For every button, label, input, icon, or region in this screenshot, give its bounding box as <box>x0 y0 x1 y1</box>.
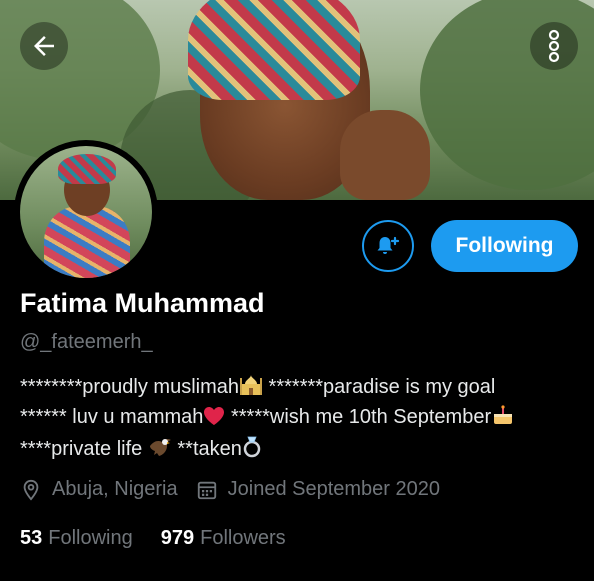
banner-person-hand <box>340 110 430 200</box>
calendar-icon <box>197 481 216 499</box>
ring-emoji-icon <box>242 434 262 466</box>
arrow-left-icon <box>34 36 54 56</box>
bio-text: *******paradise is my goal <box>263 376 496 398</box>
more-vertical-icon <box>548 29 560 63</box>
bio-text: **taken <box>171 438 242 460</box>
banner-person-headscarf <box>188 0 360 100</box>
back-button[interactable] <box>20 22 68 70</box>
profile-joined: Joined September 2020 <box>196 478 440 501</box>
notifications-button[interactable] <box>362 220 414 272</box>
profile-name: Fatima Muhammad <box>20 288 265 318</box>
followers-count: 979 <box>160 527 195 549</box>
profile-meta: Abuja, Nigeria Joined September 2020 <box>20 478 458 501</box>
birthday-cake-emoji-icon <box>491 404 515 434</box>
more-options-button[interactable] <box>530 22 578 70</box>
profile-bio: ********proudly muslimah *******paradise… <box>20 374 580 466</box>
followers-label: Followers <box>200 527 286 549</box>
location-pin-icon <box>23 479 39 501</box>
avatar-person-headscarf <box>58 154 116 184</box>
bio-text: ********proudly muslimah <box>20 376 239 398</box>
avatar[interactable] <box>14 140 158 284</box>
joined-text: Joined September 2020 <box>227 478 440 500</box>
profile-location: Abuja, Nigeria <box>20 478 178 501</box>
following-count: 53 <box>20 527 43 549</box>
bio-line: ********proudly muslimah *******paradise… <box>20 374 580 404</box>
eagle-emoji-icon <box>148 436 172 466</box>
bio-text: *****wish me 10th September <box>225 406 492 428</box>
avatar-image <box>20 146 152 278</box>
heart-emoji-icon <box>203 406 225 434</box>
bio-text: ****** luv u mammah <box>20 406 204 428</box>
bio-line: ****private life **taken <box>20 434 580 466</box>
bell-plus-icon <box>377 236 400 254</box>
followers-stat[interactable]: 979 Followers <box>161 527 286 550</box>
following-stat[interactable]: 53 Following <box>20 527 133 550</box>
avatar-person-dress <box>44 206 130 278</box>
profile-handle: @_fateemerh_ <box>20 331 153 353</box>
bio-text: ****private life <box>20 438 148 460</box>
mosque-emoji-icon <box>239 374 263 404</box>
bio-line: ****** luv u mammah *****wish me 10th Se… <box>20 404 580 434</box>
location-text: Abuja, Nigeria <box>52 478 178 500</box>
following-label: Following <box>48 527 133 549</box>
profile-stats: 53 Following 979 Followers <box>20 527 314 550</box>
following-button[interactable]: Following <box>431 220 578 272</box>
